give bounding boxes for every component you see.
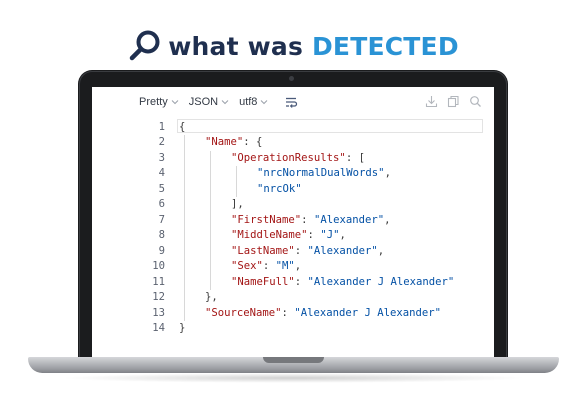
line-number: 14 (152, 322, 165, 334)
line-number: 8 (158, 229, 165, 241)
json-string: "Alexander J Alexander" (294, 306, 442, 319)
json-string: "nrcOk" (257, 182, 302, 195)
json-key: "MiddleName" (231, 229, 308, 241)
line-number: 13 (152, 306, 165, 319)
line-number: 4 (158, 167, 165, 179)
encoding-dropdown[interactable]: utf8 (239, 96, 268, 108)
type-dropdown[interactable]: JSON (189, 96, 229, 108)
json-punctuation: , (294, 260, 302, 272)
json-punctuation: : (294, 244, 308, 257)
json-editor[interactable]: 1 2 3 4 5 6 7 8 9 10 11 12 13 14 {"Name": {"Operation… (135, 119, 485, 349)
json-punctuation: ], (231, 198, 244, 210)
json-string: "Alexander J Alexander" (307, 275, 455, 288)
format-dropdown-label: Pretty (139, 96, 168, 108)
json-key: "OperationResults" (231, 151, 346, 164)
line-number: 9 (158, 244, 165, 257)
json-string: "J" (320, 229, 340, 241)
code-line: ], (231, 197, 244, 213)
line-number: 1 (158, 120, 165, 133)
code-line: "NameFull": "Alexander J Alexander" (231, 275, 454, 291)
download-icon[interactable] (425, 95, 438, 108)
json-punctuation: , (339, 229, 346, 241)
line-number-gutter: 1 2 3 4 5 6 7 8 9 10 11 12 13 14 (135, 119, 171, 349)
format-dropdown[interactable]: Pretty (139, 96, 179, 108)
headline-word-accent: DETECTED (311, 31, 459, 61)
code-line: } (179, 321, 185, 337)
json-punctuation: { (179, 120, 186, 133)
line-number: 11 (152, 275, 165, 288)
json-string: "Alexander" (313, 213, 385, 226)
code-area[interactable]: {"Name": {"OperationResults": ["nrcNorma… (177, 119, 485, 349)
indent-guide (236, 166, 237, 197)
json-punctuation: : (262, 260, 276, 272)
json-punctuation: , (377, 244, 385, 257)
viewer-toolbar: Pretty JSON utf8 (92, 87, 494, 117)
laptop-screen: Pretty JSON utf8 1 2 3 4 5 6 7 8 9 10 11… (92, 87, 494, 357)
json-key: "Name" (205, 136, 244, 148)
line-number: 10 (152, 260, 165, 272)
encoding-dropdown-label: utf8 (239, 96, 258, 108)
headline-word-dark: what was (168, 31, 304, 61)
code-line: "OperationResults": [ (231, 151, 365, 167)
json-key: "LastName" (231, 244, 295, 257)
code-line: "Name": { (205, 135, 262, 151)
code-line: "FirstName": "Alexander", (231, 213, 391, 229)
json-punctuation: }, (205, 291, 218, 303)
laptop-lid: Pretty JSON utf8 1 2 3 4 5 6 7 8 9 10 11… (78, 70, 508, 357)
line-number: 12 (152, 291, 165, 303)
chevron-down-icon (221, 100, 229, 105)
code-line: { (179, 120, 185, 136)
code-line: "Sex": "M", (231, 259, 301, 275)
code-line: }, (205, 290, 218, 306)
json-key: "NameFull" (231, 275, 295, 288)
search-icon[interactable] (469, 95, 482, 108)
chevron-down-icon (171, 100, 179, 105)
indent-guide (210, 150, 211, 290)
json-punctuation: } (179, 322, 186, 334)
json-punctuation: : (301, 213, 314, 226)
json-key: "Sex" (231, 260, 263, 272)
json-punctuation: : (294, 275, 308, 288)
code-line: "SourceName": "Alexander J Alexander" (205, 306, 441, 322)
headline-title: what was DETECTED (168, 32, 459, 61)
json-punctuation: : (307, 229, 321, 241)
json-punctuation: , (384, 167, 391, 179)
word-wrap-icon[interactable] (284, 95, 298, 109)
headline: what was DETECTED (0, 26, 587, 66)
indent-guide (184, 135, 185, 321)
json-punctuation: : [ (345, 151, 365, 164)
json-punctuation: , (384, 213, 391, 226)
line-number: 5 (158, 182, 165, 195)
code-line: "nrcNormalDualWords", (257, 166, 391, 182)
json-key: "SourceName" (205, 306, 282, 319)
code-line: "LastName": "Alexander", (231, 244, 384, 260)
json-punctuation: : { (243, 136, 263, 148)
json-string: "Alexander" (307, 244, 378, 257)
chevron-down-icon (261, 100, 268, 105)
toolbar-actions (416, 95, 482, 108)
code-line: "nrcOk" (257, 182, 302, 198)
current-line-highlight (177, 119, 483, 133)
line-number: 2 (158, 136, 165, 148)
type-dropdown-label: JSON (188, 96, 219, 108)
webcam (289, 76, 294, 81)
json-string: "nrcNormalDualWords" (257, 167, 385, 179)
laptop-shadow (60, 373, 527, 383)
copy-icon[interactable] (447, 95, 460, 108)
json-key: "FirstName" (231, 213, 302, 226)
line-number: 7 (158, 213, 165, 226)
line-number: 3 (158, 151, 165, 164)
search-icon (129, 30, 160, 61)
code-line: "MiddleName": "J", (231, 228, 346, 244)
line-number: 6 (158, 198, 165, 210)
laptop-notch (263, 357, 324, 363)
json-punctuation: : (281, 306, 295, 319)
json-string: "M" (275, 260, 295, 272)
